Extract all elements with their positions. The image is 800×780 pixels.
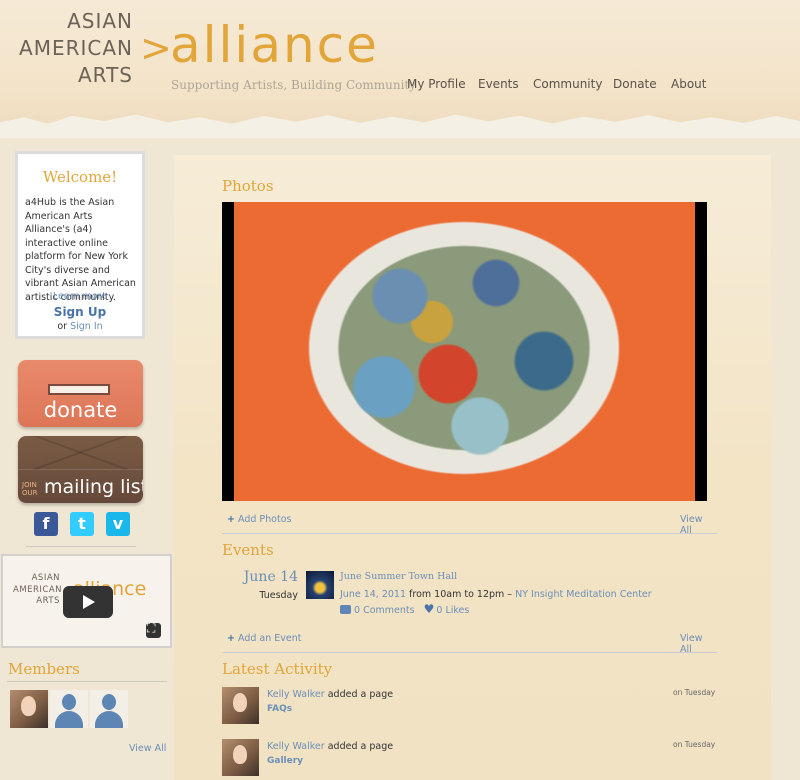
activity-time: on Tuesday bbox=[673, 688, 716, 697]
nav-events[interactable]: Events bbox=[478, 77, 519, 91]
activity-avatar[interactable] bbox=[222, 739, 259, 776]
welcome-text: a4Hub is the Asian American Arts Allianc… bbox=[25, 197, 136, 303]
activity-line: Kelly Walker added a page bbox=[267, 689, 393, 700]
add-event-label: Add an Event bbox=[238, 633, 302, 644]
video-player[interactable]: ASIAN AMERICAN ARTS alliance bbox=[1, 554, 172, 648]
logo-arrow: > bbox=[140, 26, 172, 70]
donate-button-label: donate bbox=[43, 398, 118, 422]
featured-artwork[interactable] bbox=[234, 202, 695, 501]
heart-icon: ♥ bbox=[423, 602, 435, 616]
artwork-collage bbox=[304, 218, 624, 478]
activity-item-link[interactable]: Gallery bbox=[267, 756, 303, 766]
members-view-all-link[interactable]: View All bbox=[129, 743, 166, 754]
join-our-label: JOIN OUR bbox=[22, 481, 38, 497]
event-info: June 14, 2011 from 10am to 12pm – NY Ins… bbox=[340, 589, 652, 600]
event-social: 0 Comments ♥ 0 Likes bbox=[340, 602, 469, 616]
activity-action: added a page bbox=[327, 689, 394, 700]
activity-user-link[interactable]: Kelly Walker bbox=[267, 689, 325, 700]
add-photos-link[interactable]: + Add Photos bbox=[227, 514, 291, 525]
dollar-bill-icon bbox=[48, 384, 110, 395]
events-title: Events bbox=[222, 541, 274, 559]
facebook-icon[interactable]: f bbox=[34, 512, 58, 536]
donate-button[interactable]: donate bbox=[18, 360, 143, 427]
logo-wordmark[interactable]: ASIAN AMERICAN ARTS bbox=[18, 8, 133, 89]
tagline: Supporting Artists, Building Community bbox=[171, 78, 417, 92]
mailing-list-button[interactable]: JOIN OUR mailing list bbox=[18, 436, 143, 503]
envelope-icon bbox=[18, 436, 143, 470]
mailing-list-label: mailing list bbox=[44, 476, 143, 498]
nav-my-profile[interactable]: My Profile bbox=[407, 77, 466, 91]
event-thumbnail[interactable] bbox=[306, 571, 334, 599]
twitter-icon[interactable]: t bbox=[70, 512, 94, 536]
play-icon[interactable] bbox=[63, 586, 113, 618]
sidebar-divider bbox=[26, 546, 136, 547]
event-time-range: from 10am to 12pm – bbox=[409, 589, 513, 600]
members-title: Members bbox=[8, 660, 80, 678]
event-title-link[interactable]: June Summer Town Hall bbox=[340, 571, 457, 582]
member-avatar[interactable] bbox=[10, 690, 48, 728]
sign-up-link[interactable]: Sign Up bbox=[18, 305, 142, 319]
video-logo-asian: ASIAN bbox=[31, 573, 60, 583]
activity-action: added a page bbox=[327, 741, 394, 752]
video-logo-wordmark: ASIAN AMERICAN ARTS bbox=[13, 573, 63, 608]
logo-line-asian: ASIAN bbox=[67, 9, 133, 33]
plus-icon: + bbox=[227, 633, 235, 644]
nav-about[interactable]: About bbox=[671, 77, 706, 91]
comments-link[interactable]: 0 Comments bbox=[340, 605, 415, 616]
activity-item-link[interactable]: FAQs bbox=[267, 704, 292, 714]
add-event-link[interactable]: + Add an Event bbox=[227, 633, 302, 644]
activity-line: Kelly Walker added a page bbox=[267, 741, 393, 752]
activity-time: on Tuesday bbox=[673, 740, 716, 749]
learn-more-link[interactable]: Learn more bbox=[18, 291, 142, 302]
welcome-title: Welcome! bbox=[42, 168, 118, 186]
logo-line-arts: ARTS bbox=[77, 63, 133, 87]
add-photos-label: Add Photos bbox=[238, 514, 292, 525]
comment-icon bbox=[340, 605, 351, 614]
member-avatar-placeholder-icon[interactable] bbox=[50, 690, 88, 728]
member-avatar-placeholder-icon[interactable] bbox=[90, 690, 128, 728]
latest-activity-title: Latest Activity bbox=[222, 660, 333, 678]
video-logo-arts: ARTS bbox=[36, 596, 60, 606]
logo-line-american: AMERICAN bbox=[19, 36, 133, 60]
nav-community[interactable]: Community bbox=[533, 77, 602, 91]
photo-slideshow[interactable] bbox=[222, 202, 707, 501]
vimeo-icon[interactable]: v bbox=[106, 512, 130, 536]
activity-avatar[interactable] bbox=[222, 687, 259, 724]
logo-alliance[interactable]: alliance bbox=[170, 16, 379, 74]
members-divider bbox=[7, 681, 167, 682]
events-divider bbox=[222, 652, 717, 653]
likes-link[interactable]: ♥ 0 Likes bbox=[423, 602, 470, 616]
sign-in-line: or Sign In bbox=[18, 321, 142, 332]
likes-count: 0 Likes bbox=[436, 605, 470, 616]
fullscreen-icon[interactable] bbox=[146, 621, 161, 638]
photos-title: Photos bbox=[222, 177, 274, 195]
event-date: June 14 bbox=[243, 569, 298, 585]
site-header: ASIAN AMERICAN ARTS > alliance Supportin… bbox=[0, 0, 800, 130]
event-location-link[interactable]: NY Insight Meditation Center bbox=[515, 589, 652, 600]
comments-count: 0 Comments bbox=[354, 605, 415, 616]
activity-user-link[interactable]: Kelly Walker bbox=[267, 741, 325, 752]
event-date-time: June 14, 2011 bbox=[340, 589, 407, 600]
event-day: Tuesday bbox=[259, 590, 298, 601]
or-text: or bbox=[57, 321, 68, 332]
photos-divider bbox=[222, 533, 717, 534]
welcome-box: Welcome! a4Hub is the Asian American Art… bbox=[15, 151, 145, 339]
sign-in-link[interactable]: Sign In bbox=[70, 321, 103, 332]
nav-donate[interactable]: Donate bbox=[613, 77, 657, 91]
video-logo-american: AMERICAN bbox=[13, 584, 63, 595]
plus-icon: + bbox=[227, 514, 235, 525]
